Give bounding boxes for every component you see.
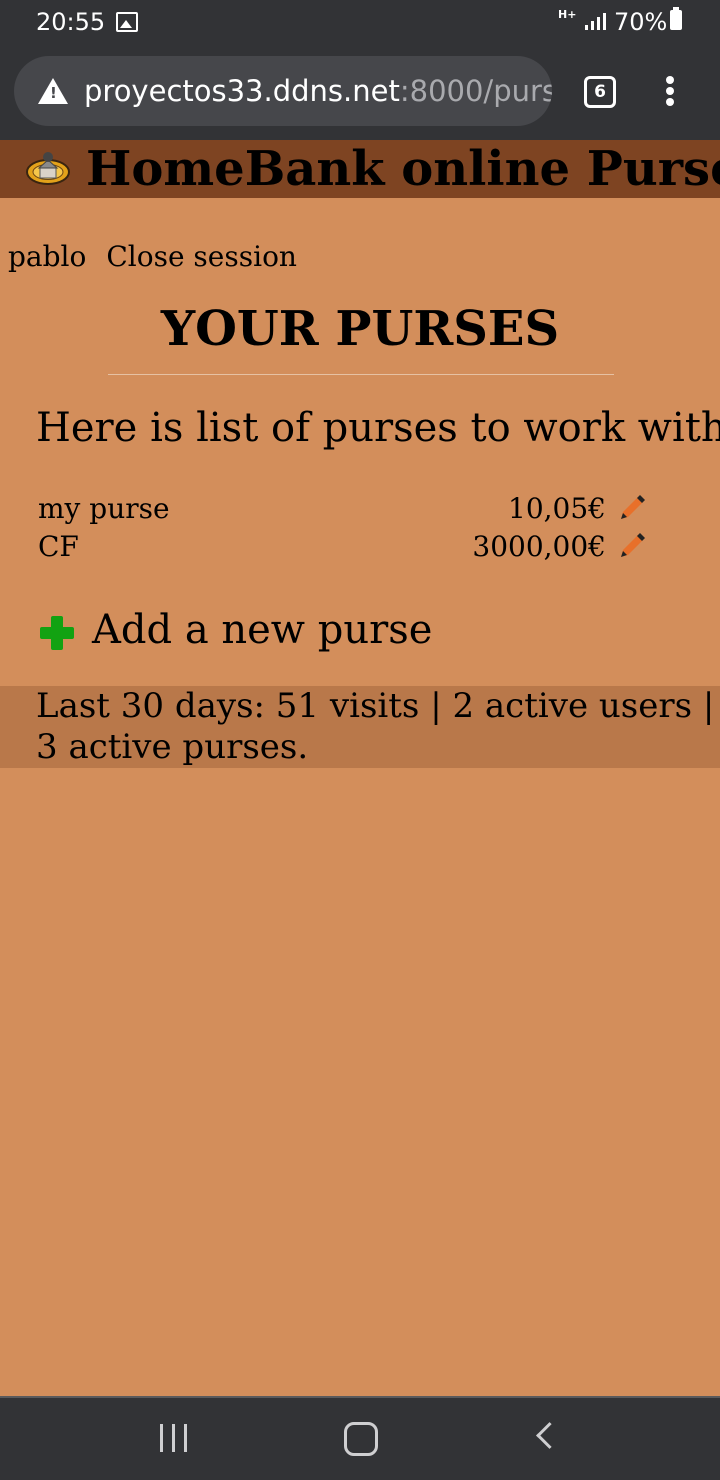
username: pablo [8, 240, 87, 273]
battery-percentage: 70% [614, 8, 668, 36]
purse-row[interactable]: CF 3000,00€ [38, 530, 648, 566]
warning-icon[interactable] [38, 78, 68, 104]
tab-switcher-button[interactable]: 6 [584, 76, 616, 108]
purse-name[interactable]: CF [38, 530, 79, 563]
purse-logo-icon [26, 152, 70, 185]
plus-icon[interactable] [40, 616, 74, 650]
purse-name[interactable]: my purse [38, 492, 170, 525]
system-nav-bar [0, 1396, 720, 1480]
intro-text: Here is list of purses to work with [36, 405, 720, 451]
site-header: HomeBank online Purse [0, 140, 720, 198]
edit-pencil-icon[interactable] [618, 492, 648, 522]
url-path: :8000/purse [399, 74, 552, 108]
purse-row[interactable]: my purse 10,05€ [38, 492, 648, 528]
page-title: YOUR PURSES [160, 301, 560, 357]
signal-icon [585, 13, 606, 30]
url-text[interactable]: proyectos33.ddns.net:8000/purse [84, 74, 552, 108]
status-time: 20:55 [36, 8, 106, 36]
browser-toolbar: proyectos33.ddns.net:8000/purse 6 [0, 44, 720, 140]
url-bar[interactable]: proyectos33.ddns.net:8000/purse [14, 56, 552, 126]
gallery-icon [116, 12, 138, 32]
stats-text: Last 30 days: 51 visits | 2 active users… [36, 686, 715, 767]
purse-amount: 3000,00€ [472, 530, 606, 563]
site-title: HomeBank online Purse [86, 141, 720, 197]
more-options-icon[interactable] [666, 76, 674, 106]
network-type-icon: H+ [558, 8, 577, 21]
user-session-line: pablo Close session [8, 240, 297, 273]
purse-amount: 10,05€ [508, 492, 606, 525]
back-icon[interactable] [536, 1422, 563, 1449]
status-bar: 20:55 H+ 70% [0, 0, 720, 44]
url-host: proyectos33.ddns.net [84, 74, 400, 108]
divider [108, 374, 614, 375]
stats-footer: Last 30 days: 51 visits | 2 active users… [0, 686, 720, 768]
close-session-link[interactable]: Close session [106, 240, 297, 273]
recents-icon[interactable] [160, 1424, 188, 1452]
battery-icon [670, 7, 682, 30]
home-icon[interactable] [344, 1422, 378, 1456]
edit-pencil-icon[interactable] [618, 530, 648, 560]
add-purse-label[interactable]: Add a new purse [92, 600, 432, 660]
